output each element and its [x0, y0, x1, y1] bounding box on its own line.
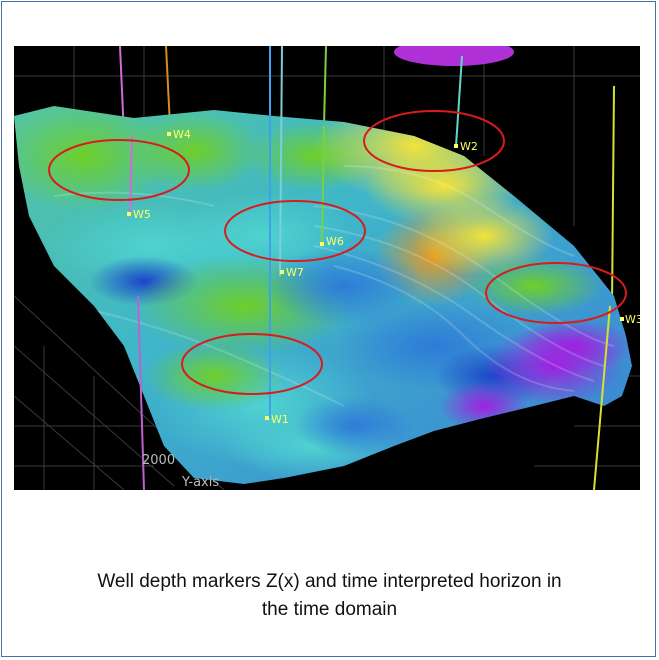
caption-line-2: the time domain	[261, 599, 398, 620]
axis-label: Y-axis	[181, 475, 219, 490]
slide-frame: W4 W2 W5 W6 W7 W3 W1 2000 Y-axis Well de…	[1, 1, 656, 657]
horizon-surface	[14, 106, 632, 484]
well-label-w1: W1	[271, 413, 289, 426]
well-label-w5: W5	[133, 208, 151, 221]
horizon-surface-svg: W4 W2 W5 W6 W7 W3 W1 2000 Y-axis	[14, 46, 640, 490]
caption-line-1: Well depth markers Z(x) and time interpr…	[97, 571, 562, 592]
well-label-w6: W6	[326, 235, 344, 248]
well-label-w3: W3	[625, 313, 640, 326]
well-label-w4: W4	[173, 128, 191, 141]
seismic-horizon-3d-view: W4 W2 W5 W6 W7 W3 W1 2000 Y-axis	[14, 46, 640, 490]
well-label-w7: W7	[286, 266, 304, 279]
axis-tick-label: 2000	[142, 453, 175, 468]
upper-surface-fragment	[394, 46, 514, 66]
figure-caption: Well depth markers Z(x) and time interpr…	[22, 568, 637, 624]
well-label-w2: W2	[460, 140, 478, 153]
